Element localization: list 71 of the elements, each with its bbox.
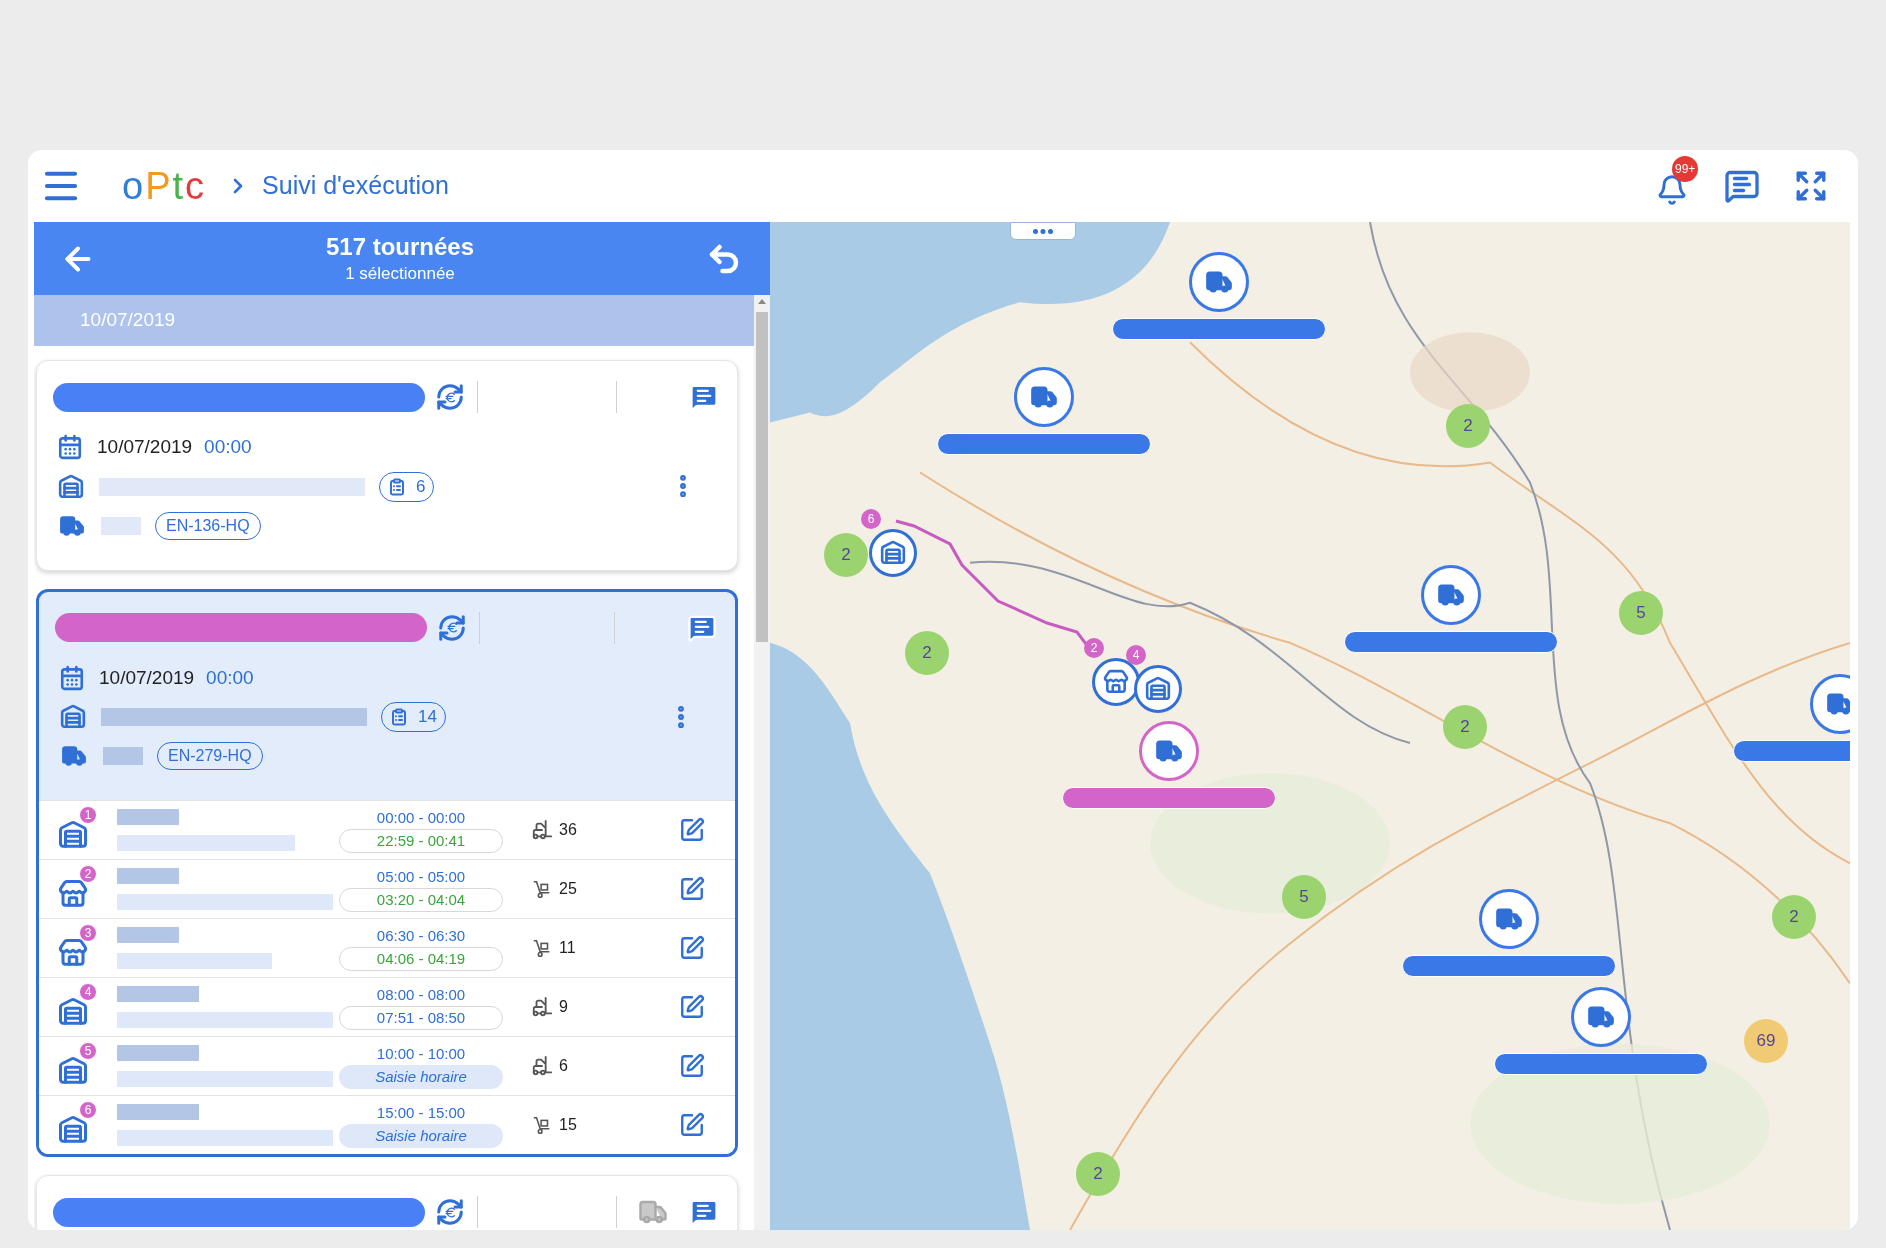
store-icon	[57, 938, 89, 968]
item-count: 6	[559, 1056, 568, 1076]
planned-time: 15:00 - 15:00	[376, 1103, 466, 1123]
stop-number-badge: 4	[79, 983, 97, 1001]
edit-icon[interactable]	[679, 994, 705, 1020]
planned-time: 10:00 - 10:00	[376, 1044, 466, 1064]
warehouse-icon	[57, 1056, 89, 1086]
fullscreen-icon[interactable]	[1794, 169, 1828, 203]
redacted-text	[117, 809, 179, 825]
stop-number-badge: 3	[79, 924, 97, 942]
warehouse-icon	[57, 997, 89, 1027]
page-title: Suivi d'exécution	[262, 170, 449, 202]
planned-time: 00:00 - 00:00	[376, 808, 466, 828]
item-count: 15	[559, 1115, 577, 1135]
notification-bell-icon[interactable]	[1656, 174, 1688, 206]
stop-number-badge: 5	[79, 1042, 97, 1060]
edit-icon[interactable]	[679, 935, 705, 961]
calendar-icon	[59, 664, 85, 691]
stop-number-badge: 6	[79, 1101, 97, 1119]
warehouse-icon	[57, 1115, 89, 1145]
redacted-text	[103, 747, 143, 765]
stop-number-badge: 2	[79, 865, 97, 883]
tour-date: 10/07/2019	[97, 435, 193, 459]
forklift-icon	[531, 819, 553, 841]
tour-card[interactable]	[36, 588, 738, 1157]
edit-icon[interactable]	[679, 876, 705, 902]
item-count: 11	[559, 938, 576, 958]
store-icon	[57, 879, 89, 909]
item-count: 25	[559, 879, 577, 899]
panel-title: 517 tournées	[325, 231, 475, 262]
euro-refresh-icon[interactable]	[437, 612, 467, 643]
redacted-text	[117, 927, 179, 943]
chat-icon[interactable]	[1724, 168, 1760, 204]
edit-icon[interactable]	[679, 1112, 705, 1138]
tour-card[interactable]: 10/07/2019 00:00 6 EN-136-HQ	[36, 360, 738, 571]
planned-time: 08:00 - 08:00	[376, 985, 466, 1005]
item-count: 9	[559, 997, 568, 1017]
redacted-text	[101, 516, 141, 535]
panel-subtitle: 1 sélectionnée	[345, 262, 455, 285]
calendar-icon	[57, 434, 83, 461]
date-group-header: 10/07/2019	[34, 295, 754, 346]
more-button[interactable]	[1010, 222, 1076, 240]
truck-icon	[59, 743, 89, 769]
warehouse-icon	[879, 540, 907, 566]
planned-time: 06:30 - 06:30	[376, 926, 466, 946]
ellipsis-icon	[1033, 228, 1053, 234]
warehouse-icon	[1144, 676, 1172, 702]
stop-number-badge: 1	[79, 806, 97, 824]
clipboard-icon	[390, 708, 408, 726]
warehouse-icon	[57, 473, 85, 500]
notification-badge: 99+	[1672, 156, 1699, 182]
forklift-icon	[531, 996, 553, 1018]
euro-refresh-icon[interactable]	[435, 382, 465, 412]
tour-date: 10/07/2019	[99, 665, 195, 690]
euro-refresh-icon[interactable]	[435, 1197, 465, 1227]
store-icon	[1102, 669, 1130, 695]
time-entry-field[interactable]: Saisie horaire	[339, 1124, 503, 1148]
warehouse-icon	[57, 820, 89, 850]
item-count: 36	[559, 820, 577, 840]
tour-time: 00:00	[204, 435, 252, 459]
clipboard-icon	[388, 477, 406, 496]
edit-icon[interactable]	[679, 1053, 705, 1079]
planned-time: 05:00 - 05:00	[376, 867, 466, 887]
logo: oPtc	[122, 167, 207, 205]
edit-icon[interactable]	[679, 817, 705, 843]
redacted-text	[117, 868, 179, 884]
time-entry-field[interactable]: Saisie horaire	[339, 1065, 503, 1089]
tour-time: 00:00	[206, 665, 254, 690]
scrollbar[interactable]	[754, 295, 770, 1230]
forklift-icon	[531, 1055, 553, 1077]
warehouse-icon	[59, 704, 87, 730]
